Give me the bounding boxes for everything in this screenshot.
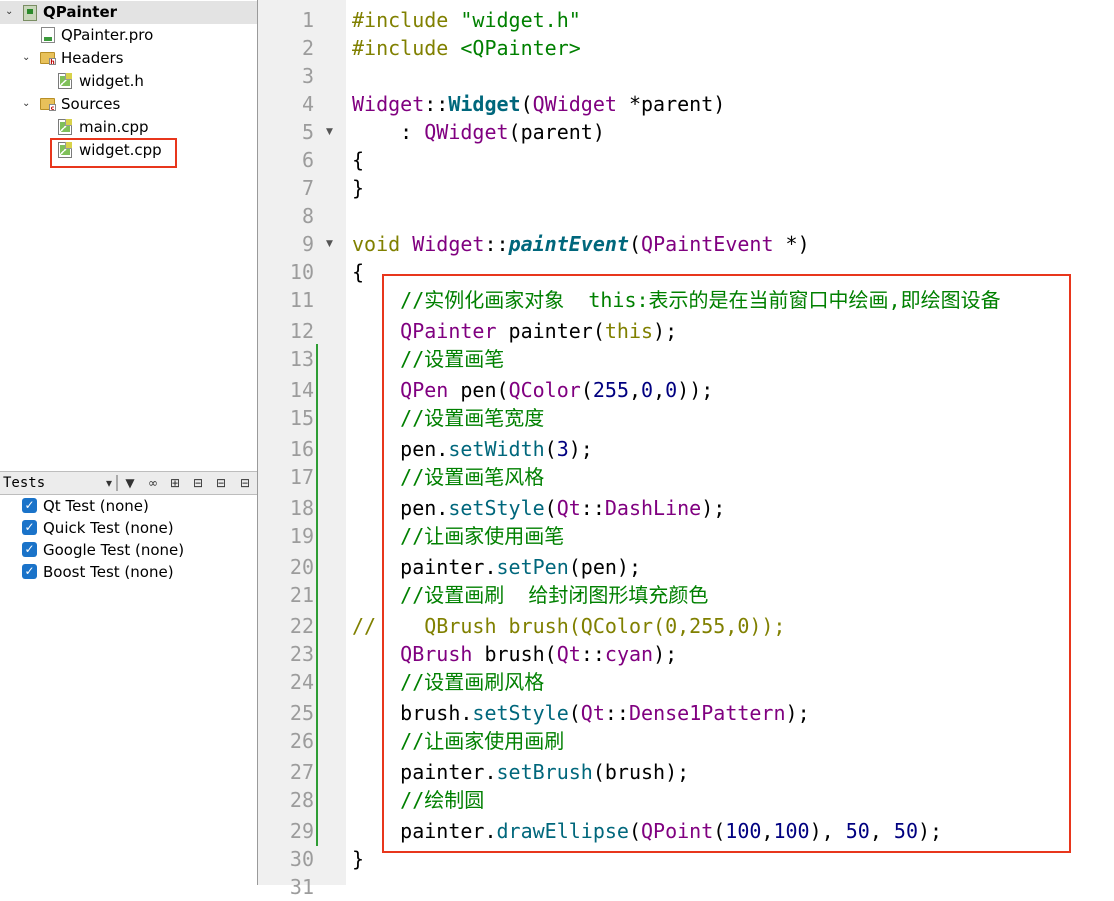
test-item-google-test[interactable]: ✓ Google Test (none) <box>22 539 252 561</box>
line-number: 7 <box>301 176 314 200</box>
expand-all-icon[interactable]: ⊞ <box>168 475 182 491</box>
line-number: 16 <box>289 437 314 461</box>
line-number: 19 <box>289 524 314 548</box>
fold-marker-icon[interactable]: ▼ <box>326 127 336 137</box>
code-line: { <box>352 260 365 284</box>
fold-marker-icon[interactable]: ▼ <box>326 239 336 249</box>
test-item-boost-test[interactable]: ✓ Boost Test (none) <box>22 561 252 583</box>
line-number: 31 <box>289 875 314 899</box>
line-number: 30 <box>289 847 314 871</box>
code-line: { <box>352 148 365 172</box>
code-line: } <box>352 176 365 200</box>
line-number: 20 <box>289 555 314 579</box>
tree-item-qpainter-project[interactable]: ⌄ QPainter <box>0 1 257 24</box>
tree-item-pro-file[interactable]: QPainter.pro <box>0 24 257 47</box>
line-number: 22 <box>289 614 314 638</box>
pro-file-icon <box>41 27 55 43</box>
checkbox-checked-icon[interactable]: ✓ <box>22 520 37 535</box>
filter-icon[interactable]: ▼ <box>122 475 138 491</box>
tree-item-label: QPainter.pro <box>61 26 154 44</box>
line-number: 13 <box>289 347 314 371</box>
tree-item-headers-folder[interactable]: ⌄ h Headers <box>0 47 257 70</box>
highlight-box-widget-cpp <box>50 138 177 168</box>
code-line: #include "widget.h" <box>352 8 581 32</box>
line-number: 14 <box>289 378 314 402</box>
checkbox-checked-icon[interactable]: ✓ <box>22 498 37 513</box>
link-icon[interactable]: ∞ <box>146 475 160 491</box>
line-number: 2 <box>301 36 314 60</box>
code-line: } <box>352 847 365 871</box>
test-item-label: Google Test (none) <box>43 541 185 559</box>
line-number: 9 <box>301 232 314 256</box>
line-number: 8 <box>301 204 314 228</box>
chevron-down-icon[interactable]: ⌄ <box>5 7 15 17</box>
collapse-all-icon[interactable]: ⊟ <box>191 475 205 491</box>
code-line: : QWidget(parent) <box>352 120 605 144</box>
dropdown-arrow-icon[interactable]: ▾ <box>104 475 114 491</box>
line-number: 12 <box>289 319 314 343</box>
checkbox-checked-icon[interactable]: ✓ <box>22 564 37 579</box>
source-file-icon <box>58 119 72 135</box>
separator <box>116 475 118 491</box>
project-tree-panel: ⌄ QPainter QPainter.pro ⌄ h Headers widg… <box>0 0 257 885</box>
tree-item-main-cpp[interactable]: main.cpp <box>0 116 257 139</box>
close-panel-icon[interactable]: ⊟ <box>238 475 252 491</box>
tests-panel-title: Tests <box>3 475 46 491</box>
checkbox-checked-icon[interactable]: ✓ <box>22 542 37 557</box>
line-number: 11 <box>289 288 314 312</box>
test-item-quick-test[interactable]: ✓ Quick Test (none) <box>22 517 252 539</box>
line-number: 24 <box>289 670 314 694</box>
chevron-down-icon[interactable]: ⌄ <box>22 99 32 109</box>
line-number: 25 <box>289 701 314 725</box>
source-folder-icon: c <box>40 98 56 112</box>
line-number: 10 <box>289 260 314 284</box>
split-icon[interactable]: ⊟ <box>212 475 230 491</box>
modified-lines-bar <box>316 344 318 846</box>
line-number: 4 <box>301 92 314 116</box>
line-number: 18 <box>289 496 314 520</box>
test-item-label: Quick Test (none) <box>43 519 174 537</box>
line-number: 6 <box>301 148 314 172</box>
line-number: 15 <box>289 406 314 430</box>
test-item-label: Qt Test (none) <box>43 497 149 515</box>
tree-item-label: widget.h <box>79 72 144 90</box>
line-number: 27 <box>289 760 314 784</box>
tree-item-label: Headers <box>61 49 124 67</box>
source-file-icon <box>58 73 72 89</box>
line-number: 1 <box>301 8 314 32</box>
code-line: Widget::Widget(QWidget *parent) <box>352 92 726 116</box>
tree-item-label: QPainter <box>43 3 118 21</box>
tree-item-label: Sources <box>61 95 121 113</box>
tree-item-widget-h[interactable]: widget.h <box>0 70 257 93</box>
line-number: 3 <box>301 64 314 88</box>
tests-panel-header: Tests ▾ ▼ ∞ ⊞ ⊟ ⊟ ⊟ <box>0 471 257 495</box>
code-line: void Widget::paintEvent(QPaintEvent *) <box>352 232 810 256</box>
line-number: 21 <box>289 583 314 607</box>
code-line: #include <QPainter> <box>352 36 581 60</box>
line-number: 29 <box>289 819 314 843</box>
test-item-label: Boost Test (none) <box>43 563 174 581</box>
tree-item-label: main.cpp <box>79 118 149 136</box>
qt-project-icon <box>23 5 37 21</box>
line-number: 17 <box>289 465 314 489</box>
chevron-down-icon[interactable]: ⌄ <box>22 53 32 63</box>
line-number: 5 <box>301 120 314 144</box>
test-item-qt-test[interactable]: ✓ Qt Test (none) <box>22 495 252 517</box>
line-number: 23 <box>289 642 314 666</box>
header-folder-icon: h <box>40 52 56 66</box>
line-number: 28 <box>289 788 314 812</box>
line-number: 26 <box>289 729 314 753</box>
tree-item-sources-folder[interactable]: ⌄ c Sources <box>0 93 257 116</box>
highlight-box-paint-event-body <box>382 274 1071 853</box>
